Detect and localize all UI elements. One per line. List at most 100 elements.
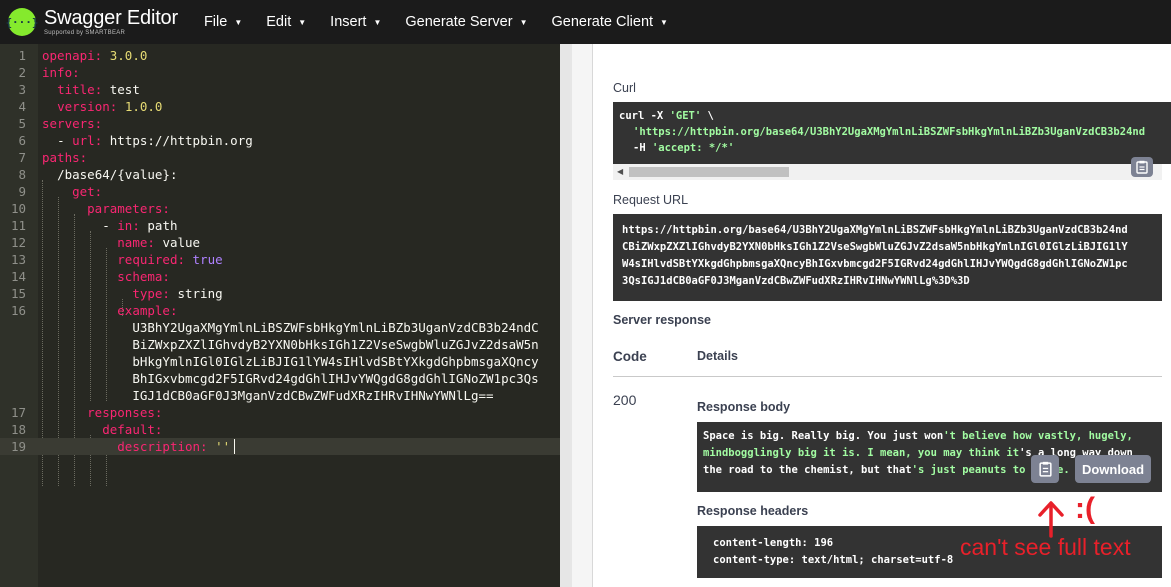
body-text: mindbogglingly big it is. I mean, you ma… xyxy=(703,447,1020,459)
line-number: 4 xyxy=(18,99,26,114)
chevron-down-icon: ▼ xyxy=(234,17,243,27)
code-line-wrap: bHkgYmlnIGl0IGlzLiBJIG1lYW4sIHlvdSBtYXkg… xyxy=(0,353,560,370)
code-column-header: Code xyxy=(613,349,647,364)
yaml-key: get: xyxy=(72,184,103,199)
server-response-label: Server response xyxy=(613,313,711,327)
yaml-key: openapi: xyxy=(42,48,103,63)
code-line: 15 type: string xyxy=(0,285,560,302)
main-menu: File ▼ Edit ▼ Insert ▼ Generate Server ▼ Gen… xyxy=(204,14,692,30)
code-line-wrap: IGJ1dCB0aGF0J3MganVzdCBwZWFudXRzIHRvIHNw… xyxy=(0,387,560,404)
response-body-label: Response body xyxy=(697,400,791,414)
annotation-sad-face: :( xyxy=(1075,492,1095,525)
clipboard-icon xyxy=(1136,160,1148,174)
yaml-value: 1.0.0 xyxy=(124,99,163,114)
yaml-key: in: xyxy=(117,218,140,233)
yaml-value: /base64/{value}: xyxy=(57,167,178,182)
yaml-key: title: xyxy=(57,82,103,97)
yaml-key: info: xyxy=(42,65,80,80)
yaml-key: default: xyxy=(102,422,163,437)
response-body-line: mindbogglingly big it is. I mean, you ma… xyxy=(703,445,1133,462)
line-number: 18 xyxy=(10,422,26,437)
curl-code-block[interactable]: curl -X 'GET' \ 'https://httpbin.org/bas… xyxy=(613,102,1171,164)
code-line-wrap: BhIGxvbmcgd2F5IGRvd24gdGhlIHJvYWQgdG8gdG… xyxy=(0,370,560,387)
line-number: 6 xyxy=(18,133,26,148)
code-line-wrap: BiZWxpZXZlIGhvdyB2YXN0bHksIGh1Z2VseSwgbW… xyxy=(0,336,560,353)
line-number: 16 xyxy=(10,303,26,318)
chevron-down-icon: ▼ xyxy=(660,17,668,27)
text-cursor xyxy=(234,439,235,454)
yaml-key: example: xyxy=(117,303,178,318)
code-line: 10 parameters: xyxy=(0,200,560,217)
download-button[interactable]: Download xyxy=(1075,455,1151,483)
scroll-left-arrow-icon[interactable]: ◀ xyxy=(617,167,623,176)
response-headers-label: Response headers xyxy=(697,504,809,518)
line-number: 7 xyxy=(18,150,26,165)
chevron-down-icon: ▼ xyxy=(519,17,528,27)
body-text: the road to the chemist, but that xyxy=(703,464,912,476)
yaml-key: paths: xyxy=(42,150,88,165)
request-url-line: W4sIHlvdSBtYXkgdGhpbmsgaXQncyBhIGxvbmcgd… xyxy=(622,258,1128,270)
code-line: 11 - in: path xyxy=(0,217,560,234)
yaml-value: https://httpbin.org xyxy=(109,133,253,148)
body-text: 't believe how vastly, hugely, xyxy=(943,430,1133,442)
yaml-key: servers: xyxy=(42,116,103,131)
yaml-value: bHkgYmlnIGl0IGlzLiBJIG1lYW4sIHlvdSBtYXkg… xyxy=(132,354,539,369)
clipboard-icon xyxy=(1038,461,1052,477)
line-number: 13 xyxy=(10,252,26,267)
request-url-line: CBiZWxpZXZlIGhvdyB2YXN0bHksIGh1Z2VseSwgb… xyxy=(622,241,1128,253)
code-line-wrap: U3BhY2UgaXMgYmlnLiBSZWFsbHkgYmlnLiBZb3Ug… xyxy=(0,319,560,336)
code-line: 16 example: xyxy=(0,302,560,319)
curl-horizontal-scrollbar[interactable]: ◀ xyxy=(613,164,1162,180)
copy-curl-button[interactable] xyxy=(1131,157,1153,177)
line-number: 15 xyxy=(10,286,26,301)
yaml-editor[interactable]: 1 openapi: 3.0.0 2 info: 3 title: test 4 v… xyxy=(0,44,560,587)
response-header-line: content-length: 196 xyxy=(713,537,834,549)
menu-file[interactable]: File ▼ xyxy=(204,14,242,30)
annotation-arrow-icon xyxy=(1038,501,1064,538)
line-number: 19 xyxy=(10,439,26,454)
scrollbar-thumb[interactable] xyxy=(629,167,789,177)
code-line: 7 paths: xyxy=(0,149,560,166)
line-number: 8 xyxy=(18,167,26,182)
menu-generate-server[interactable]: Generate Server ▼ xyxy=(405,14,527,30)
logo-text: Swagger Editor Supported by SMARTBEAR xyxy=(44,8,178,36)
code-line: 1 openapi: 3.0.0 xyxy=(0,47,560,64)
curl-method: 'GET' xyxy=(669,110,702,122)
code-line-active: 19 description: '' xyxy=(0,438,560,455)
menu-edit-label: Edit xyxy=(266,14,292,30)
code-line: 3 title: test xyxy=(0,81,560,98)
request-url-label: Request URL xyxy=(613,193,689,207)
menu-edit[interactable]: Edit ▼ xyxy=(266,14,306,30)
line-number: 5 xyxy=(18,116,26,131)
copy-response-button[interactable] xyxy=(1031,455,1059,483)
menu-generate-client[interactable]: Generate Client ▼ xyxy=(551,14,667,30)
code-line: 13 required: true xyxy=(0,251,560,268)
line-number: 9 xyxy=(18,184,26,199)
line-number: 3 xyxy=(18,82,26,97)
request-url-block[interactable]: https://httpbin.org/base64/U3BhY2UgaXMgY… xyxy=(613,214,1162,301)
response-body-line: Space is big. Really big. You just won't… xyxy=(703,428,1133,445)
code-line: 12 name: value xyxy=(0,234,560,251)
code-line: 8 /base64/{value}: xyxy=(0,166,560,183)
curl-continuation: \ xyxy=(701,110,714,122)
editor-divider-scrollbar[interactable] xyxy=(560,44,572,587)
yaml-value: BhIGxvbmcgd2F5IGRvd24gdGhlIHJvYWQgdG8gdG… xyxy=(132,371,539,386)
response-body-line: the road to the chemist, but that's just… xyxy=(703,462,1070,479)
yaml-key: name: xyxy=(117,235,155,250)
code-line: 18 default: xyxy=(0,421,560,438)
yaml-key: schema: xyxy=(117,269,170,284)
swagger-logo-icon: {···} xyxy=(5,8,39,36)
app-subtitle: Supported by SMARTBEAR xyxy=(44,30,126,36)
details-column-header: Details xyxy=(697,349,738,363)
chevron-down-icon: ▼ xyxy=(373,17,382,27)
line-number: 14 xyxy=(10,269,26,284)
yaml-key: required: xyxy=(117,252,185,267)
curl-flag: -H xyxy=(633,142,652,154)
yaml-value: string xyxy=(177,286,223,301)
line-number: 17 xyxy=(10,405,26,420)
app-logo[interactable]: {···} Swagger Editor Supported by SMARTB… xyxy=(5,8,178,36)
curl-header: 'accept: */*' xyxy=(651,142,735,154)
menu-file-label: File xyxy=(203,14,228,30)
code-line: 17 responses: xyxy=(0,404,560,421)
menu-insert[interactable]: Insert ▼ xyxy=(330,14,381,30)
